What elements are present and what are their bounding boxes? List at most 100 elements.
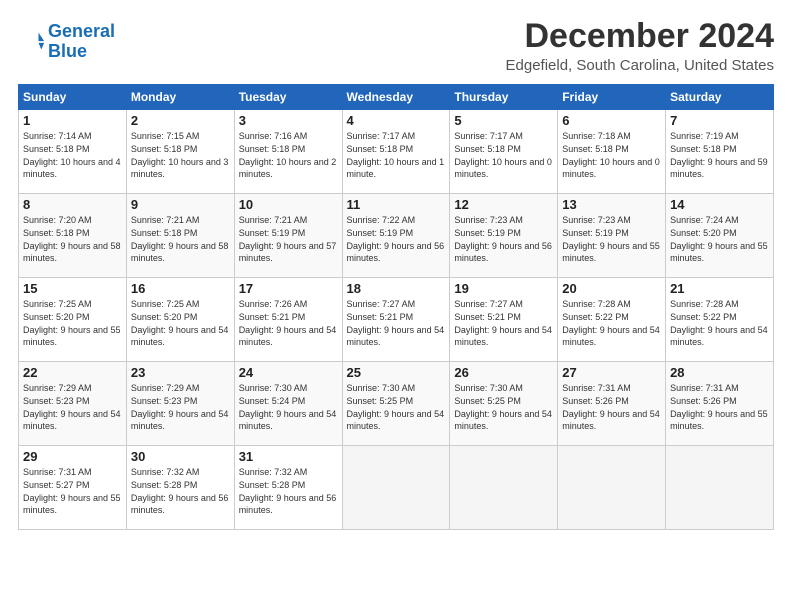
day-info: Sunrise: 7:27 AM Sunset: 5:21 PM Dayligh… <box>347 298 446 348</box>
day-number: 26 <box>454 365 553 380</box>
calendar-cell: 1 Sunrise: 7:14 AM Sunset: 5:18 PM Dayli… <box>19 110 127 194</box>
day-number: 16 <box>131 281 230 296</box>
calendar-cell: 5 Sunrise: 7:17 AM Sunset: 5:18 PM Dayli… <box>450 110 558 194</box>
calendar-cell: 8 Sunrise: 7:20 AM Sunset: 5:18 PM Dayli… <box>19 194 127 278</box>
day-info: Sunrise: 7:24 AM Sunset: 5:20 PM Dayligh… <box>670 214 769 264</box>
logo-text: General Blue <box>48 22 115 62</box>
col-header-sunday: Sunday <box>19 85 127 110</box>
day-number: 7 <box>670 113 769 128</box>
day-info: Sunrise: 7:22 AM Sunset: 5:19 PM Dayligh… <box>347 214 446 264</box>
calendar-cell: 15 Sunrise: 7:25 AM Sunset: 5:20 PM Dayl… <box>19 278 127 362</box>
calendar-cell: 18 Sunrise: 7:27 AM Sunset: 5:21 PM Dayl… <box>342 278 450 362</box>
day-info: Sunrise: 7:14 AM Sunset: 5:18 PM Dayligh… <box>23 130 122 180</box>
day-number: 30 <box>131 449 230 464</box>
day-info: Sunrise: 7:21 AM Sunset: 5:18 PM Dayligh… <box>131 214 230 264</box>
day-number: 12 <box>454 197 553 212</box>
day-number: 18 <box>347 281 446 296</box>
day-info: Sunrise: 7:25 AM Sunset: 5:20 PM Dayligh… <box>131 298 230 348</box>
calendar-cell: 23 Sunrise: 7:29 AM Sunset: 5:23 PM Dayl… <box>126 362 234 446</box>
calendar-cell: 28 Sunrise: 7:31 AM Sunset: 5:26 PM Dayl… <box>666 362 774 446</box>
calendar-cell: 19 Sunrise: 7:27 AM Sunset: 5:21 PM Dayl… <box>450 278 558 362</box>
day-info: Sunrise: 7:27 AM Sunset: 5:21 PM Dayligh… <box>454 298 553 348</box>
day-number: 8 <box>23 197 122 212</box>
calendar-cell: 12 Sunrise: 7:23 AM Sunset: 5:19 PM Dayl… <box>450 194 558 278</box>
col-header-friday: Friday <box>558 85 666 110</box>
day-number: 29 <box>23 449 122 464</box>
day-info: Sunrise: 7:29 AM Sunset: 5:23 PM Dayligh… <box>23 382 122 432</box>
day-number: 28 <box>670 365 769 380</box>
day-number: 23 <box>131 365 230 380</box>
day-number: 9 <box>131 197 230 212</box>
day-info: Sunrise: 7:28 AM Sunset: 5:22 PM Dayligh… <box>562 298 661 348</box>
calendar-cell: 20 Sunrise: 7:28 AM Sunset: 5:22 PM Dayl… <box>558 278 666 362</box>
day-number: 4 <box>347 113 446 128</box>
day-number: 20 <box>562 281 661 296</box>
col-header-tuesday: Tuesday <box>234 85 342 110</box>
day-number: 14 <box>670 197 769 212</box>
calendar-cell: 2 Sunrise: 7:15 AM Sunset: 5:18 PM Dayli… <box>126 110 234 194</box>
day-number: 21 <box>670 281 769 296</box>
day-number: 19 <box>454 281 553 296</box>
day-info: Sunrise: 7:16 AM Sunset: 5:18 PM Dayligh… <box>239 130 338 180</box>
day-info: Sunrise: 7:30 AM Sunset: 5:24 PM Dayligh… <box>239 382 338 432</box>
logo-line1: General <box>48 21 115 41</box>
calendar-cell: 11 Sunrise: 7:22 AM Sunset: 5:19 PM Dayl… <box>342 194 450 278</box>
calendar-cell: 3 Sunrise: 7:16 AM Sunset: 5:18 PM Dayli… <box>234 110 342 194</box>
calendar-cell: 13 Sunrise: 7:23 AM Sunset: 5:19 PM Dayl… <box>558 194 666 278</box>
day-info: Sunrise: 7:25 AM Sunset: 5:20 PM Dayligh… <box>23 298 122 348</box>
calendar-cell: 21 Sunrise: 7:28 AM Sunset: 5:22 PM Dayl… <box>666 278 774 362</box>
logo-line2: Blue <box>48 41 87 61</box>
day-info: Sunrise: 7:28 AM Sunset: 5:22 PM Dayligh… <box>670 298 769 348</box>
calendar-cell: 14 Sunrise: 7:24 AM Sunset: 5:20 PM Dayl… <box>666 194 774 278</box>
day-number: 24 <box>239 365 338 380</box>
day-info: Sunrise: 7:15 AM Sunset: 5:18 PM Dayligh… <box>131 130 230 180</box>
calendar-cell <box>558 446 666 530</box>
calendar-cell: 16 Sunrise: 7:25 AM Sunset: 5:20 PM Dayl… <box>126 278 234 362</box>
calendar-cell: 22 Sunrise: 7:29 AM Sunset: 5:23 PM Dayl… <box>19 362 127 446</box>
month-title: December 2024 <box>506 18 775 55</box>
day-info: Sunrise: 7:30 AM Sunset: 5:25 PM Dayligh… <box>454 382 553 432</box>
day-number: 17 <box>239 281 338 296</box>
day-info: Sunrise: 7:17 AM Sunset: 5:18 PM Dayligh… <box>347 130 446 180</box>
day-number: 2 <box>131 113 230 128</box>
calendar-cell <box>666 446 774 530</box>
calendar-cell: 7 Sunrise: 7:19 AM Sunset: 5:18 PM Dayli… <box>666 110 774 194</box>
calendar-cell: 29 Sunrise: 7:31 AM Sunset: 5:27 PM Dayl… <box>19 446 127 530</box>
calendar-cell: 26 Sunrise: 7:30 AM Sunset: 5:25 PM Dayl… <box>450 362 558 446</box>
day-info: Sunrise: 7:20 AM Sunset: 5:18 PM Dayligh… <box>23 214 122 264</box>
day-info: Sunrise: 7:31 AM Sunset: 5:27 PM Dayligh… <box>23 466 122 516</box>
calendar-cell: 31 Sunrise: 7:32 AM Sunset: 5:28 PM Dayl… <box>234 446 342 530</box>
day-number: 31 <box>239 449 338 464</box>
day-info: Sunrise: 7:32 AM Sunset: 5:28 PM Dayligh… <box>239 466 338 516</box>
day-info: Sunrise: 7:19 AM Sunset: 5:18 PM Dayligh… <box>670 130 769 180</box>
calendar-cell: 25 Sunrise: 7:30 AM Sunset: 5:25 PM Dayl… <box>342 362 450 446</box>
day-info: Sunrise: 7:26 AM Sunset: 5:21 PM Dayligh… <box>239 298 338 348</box>
day-info: Sunrise: 7:23 AM Sunset: 5:19 PM Dayligh… <box>454 214 553 264</box>
logo-icon <box>18 28 46 56</box>
calendar-cell: 6 Sunrise: 7:18 AM Sunset: 5:18 PM Dayli… <box>558 110 666 194</box>
calendar-cell: 4 Sunrise: 7:17 AM Sunset: 5:18 PM Dayli… <box>342 110 450 194</box>
day-info: Sunrise: 7:18 AM Sunset: 5:18 PM Dayligh… <box>562 130 661 180</box>
calendar-table: SundayMondayTuesdayWednesdayThursdayFrid… <box>18 84 774 530</box>
calendar-cell: 10 Sunrise: 7:21 AM Sunset: 5:19 PM Dayl… <box>234 194 342 278</box>
day-number: 25 <box>347 365 446 380</box>
calendar-cell: 9 Sunrise: 7:21 AM Sunset: 5:18 PM Dayli… <box>126 194 234 278</box>
day-number: 6 <box>562 113 661 128</box>
col-header-wednesday: Wednesday <box>342 85 450 110</box>
title-block: December 2024 Edgefield, South Carolina,… <box>506 18 775 74</box>
day-number: 1 <box>23 113 122 128</box>
calendar-cell: 30 Sunrise: 7:32 AM Sunset: 5:28 PM Dayl… <box>126 446 234 530</box>
header: General Blue December 2024 Edgefield, So… <box>18 18 774 74</box>
day-info: Sunrise: 7:29 AM Sunset: 5:23 PM Dayligh… <box>131 382 230 432</box>
day-info: Sunrise: 7:23 AM Sunset: 5:19 PM Dayligh… <box>562 214 661 264</box>
day-number: 13 <box>562 197 661 212</box>
calendar-cell: 27 Sunrise: 7:31 AM Sunset: 5:26 PM Dayl… <box>558 362 666 446</box>
day-info: Sunrise: 7:30 AM Sunset: 5:25 PM Dayligh… <box>347 382 446 432</box>
day-number: 27 <box>562 365 661 380</box>
logo: General Blue <box>18 22 115 62</box>
col-header-saturday: Saturday <box>666 85 774 110</box>
col-header-thursday: Thursday <box>450 85 558 110</box>
calendar-cell <box>342 446 450 530</box>
day-number: 15 <box>23 281 122 296</box>
day-number: 3 <box>239 113 338 128</box>
